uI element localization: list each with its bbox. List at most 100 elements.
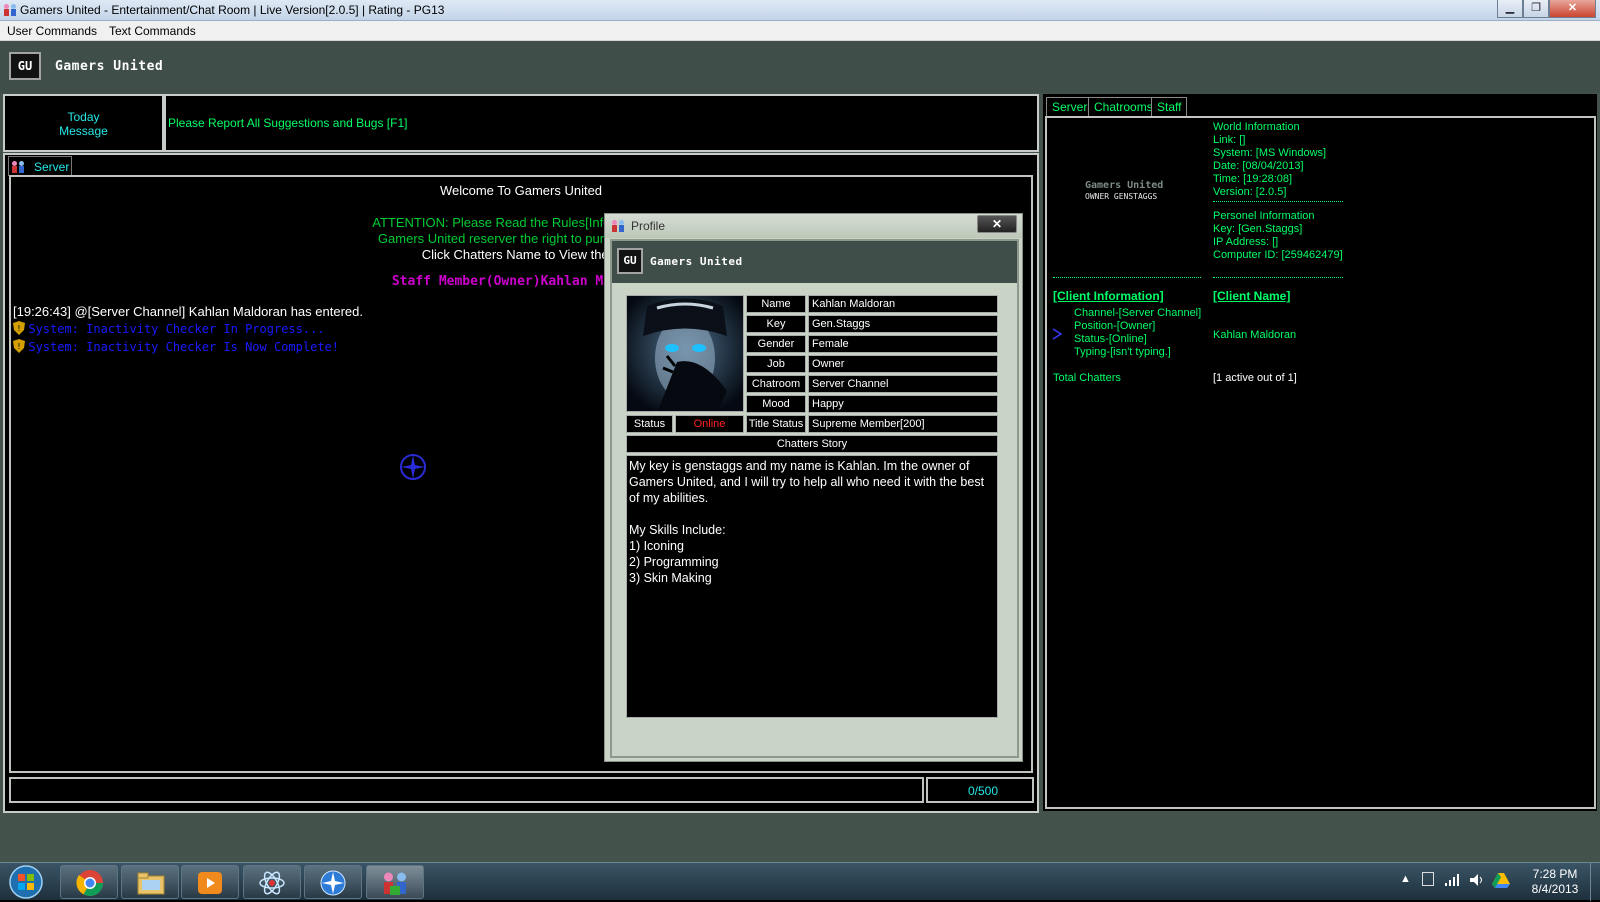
clock-date: 8/4/2013: [1531, 882, 1579, 896]
chrome-icon: [76, 870, 104, 897]
taskbar-explorer[interactable]: [121, 865, 179, 899]
svg-text:!: !: [17, 342, 20, 351]
users-icon: [12, 161, 24, 173]
world-version: Version: [2.0.5]: [1213, 186, 1287, 198]
brand-title: Gamers United: [55, 59, 164, 74]
taskbar-chrome[interactable]: [60, 865, 118, 899]
app-header: GU Gamers United: [0, 41, 1600, 93]
today-message: Please Report All Suggestions and Bugs […: [168, 116, 408, 130]
tab-server[interactable]: Server: [8, 156, 72, 176]
loading-spinner-icon: [400, 454, 426, 480]
users-icon: [384, 872, 406, 895]
window-title: Gamers United - Entertainment/Chat Room …: [20, 3, 445, 17]
world-info: World Information Link: [] System: [MS W…: [1213, 121, 1326, 199]
profile-close-button[interactable]: ✕: [977, 215, 1017, 233]
story-line: My key is genstaggs and my name is Kahla…: [629, 459, 985, 505]
today-label-line2: Message: [59, 124, 108, 138]
char-counter-box: 0/500: [926, 777, 1034, 803]
field-label: Name: [746, 295, 806, 313]
chatters-story[interactable]: My key is genstaggs and my name is Kahla…: [626, 455, 998, 718]
users-icon: [612, 220, 624, 232]
gu-logo: GU: [617, 248, 643, 274]
personal-info-title: Personel Information: [1213, 210, 1315, 222]
restore-button[interactable]: ❐: [1523, 0, 1549, 18]
show-desktop-button[interactable]: [1590, 863, 1600, 901]
close-button[interactable]: ✕: [1549, 0, 1596, 18]
profile-title: Profile: [631, 219, 666, 233]
status-label: Status: [626, 415, 673, 433]
title-bar: Gamers United - Entertainment/Chat Room …: [0, 0, 1600, 21]
client-name-header: [Client Name]: [1213, 289, 1291, 303]
clock-time: 7:28 PM: [1532, 867, 1578, 881]
profile-title-bar: Profile ✕: [605, 214, 1022, 238]
tab-chatrooms[interactable]: Chatrooms: [1088, 97, 1159, 116]
tray-expand-icon[interactable]: ▲: [1400, 873, 1411, 885]
profile-header: GU Gamers United: [612, 241, 1017, 283]
menu-text-commands[interactable]: Text Commands: [109, 24, 196, 38]
avatar: [626, 295, 744, 412]
server-info-pane: Gamers United OWNER GENSTAGGS World Info…: [1045, 116, 1596, 809]
personal-key: Key: [Gen.Staggs]: [1213, 223, 1303, 235]
name-value: Kahlan Maldoran: [808, 295, 998, 313]
close-icon: ✕: [1567, 2, 1578, 14]
story-line: 2) Programming: [629, 555, 719, 569]
media-player-icon: [198, 872, 222, 894]
client-status: Status-[Online]: [1074, 333, 1147, 345]
shield-icon: !: [13, 321, 25, 335]
tab-label: Staff: [1157, 100, 1182, 114]
field-label: Job: [746, 355, 806, 373]
story-line: My Skills Include:: [629, 523, 726, 537]
avatar-image: [627, 296, 743, 411]
owner-logo-line2: OWNER GENSTAGGS: [1085, 192, 1158, 201]
client-details: Channel-[Server Channel] Position-[Owner…: [1074, 307, 1201, 359]
mood-value: Happy: [808, 395, 998, 413]
story-line: 3) Skin Making: [629, 571, 712, 585]
taskbar-app-1[interactable]: [243, 865, 301, 899]
client-name[interactable]: Kahlan Maldoran: [1213, 329, 1296, 341]
gu-logo: GU: [9, 52, 41, 80]
network-icon[interactable]: [1444, 873, 1460, 887]
profile-dialog: Profile ✕ GU Gamers United Name Kahlan M…: [604, 213, 1023, 762]
tab-label: Server: [1052, 100, 1088, 114]
field-label: Mood: [746, 395, 806, 413]
tab-right-server[interactable]: Server: [1046, 97, 1094, 116]
taskbar-app-2[interactable]: [304, 865, 362, 899]
personal-ip: IP Address: []: [1213, 236, 1279, 248]
taskbar-gamers-united[interactable]: [366, 865, 424, 899]
taskbar-media-player[interactable]: [181, 865, 239, 899]
menu-user-commands[interactable]: User Commands: [7, 24, 97, 38]
system-line-1: ! System: Inactivity Checker In Progress…: [13, 321, 325, 336]
start-button[interactable]: [6, 865, 46, 899]
volume-icon[interactable]: [1468, 872, 1486, 888]
windows-start-icon: [9, 865, 43, 899]
today-label-line1: Today: [67, 110, 100, 124]
status-value: Online: [675, 415, 744, 433]
personal-computer-id: Computer ID: [259462479]: [1213, 249, 1343, 261]
minimize-icon: ▁: [1505, 2, 1515, 14]
world-date: Date: [08/04/2013]: [1213, 160, 1304, 172]
minimize-button[interactable]: ▁: [1497, 0, 1523, 18]
world-system: System: [MS Windows]: [1213, 147, 1327, 159]
client-info-header: [Client Information]: [1053, 289, 1164, 303]
total-chatters-label: Total Chatters: [1053, 372, 1121, 384]
chat-input[interactable]: [9, 777, 924, 803]
world-info-title: World Information: [1213, 121, 1300, 133]
system-msg: System: Inactivity Checker Is Now Comple…: [28, 340, 340, 354]
app-icon: [4, 4, 16, 16]
field-label: Key: [746, 315, 806, 333]
action-center-icon[interactable]: [1422, 872, 1434, 886]
tab-staff[interactable]: Staff: [1151, 97, 1188, 116]
divider: [1213, 277, 1343, 278]
drive-icon[interactable]: [1492, 872, 1510, 888]
story-label: Chatters Story: [626, 435, 998, 453]
tray-clock[interactable]: 7:28 PM 8/4/2013: [1522, 867, 1588, 897]
welcome-text: Welcome To Gamers United: [439, 183, 603, 198]
status-strip: [0, 817, 1600, 862]
menu-bar: User Commands Text Commands: [0, 21, 1600, 41]
divider: [1053, 277, 1201, 278]
world-link: Link: []: [1213, 134, 1246, 146]
svg-text:!: !: [17, 324, 20, 333]
divider: [1213, 201, 1343, 202]
arrow-right-icon: [1052, 328, 1062, 340]
atom-icon: [259, 871, 285, 895]
